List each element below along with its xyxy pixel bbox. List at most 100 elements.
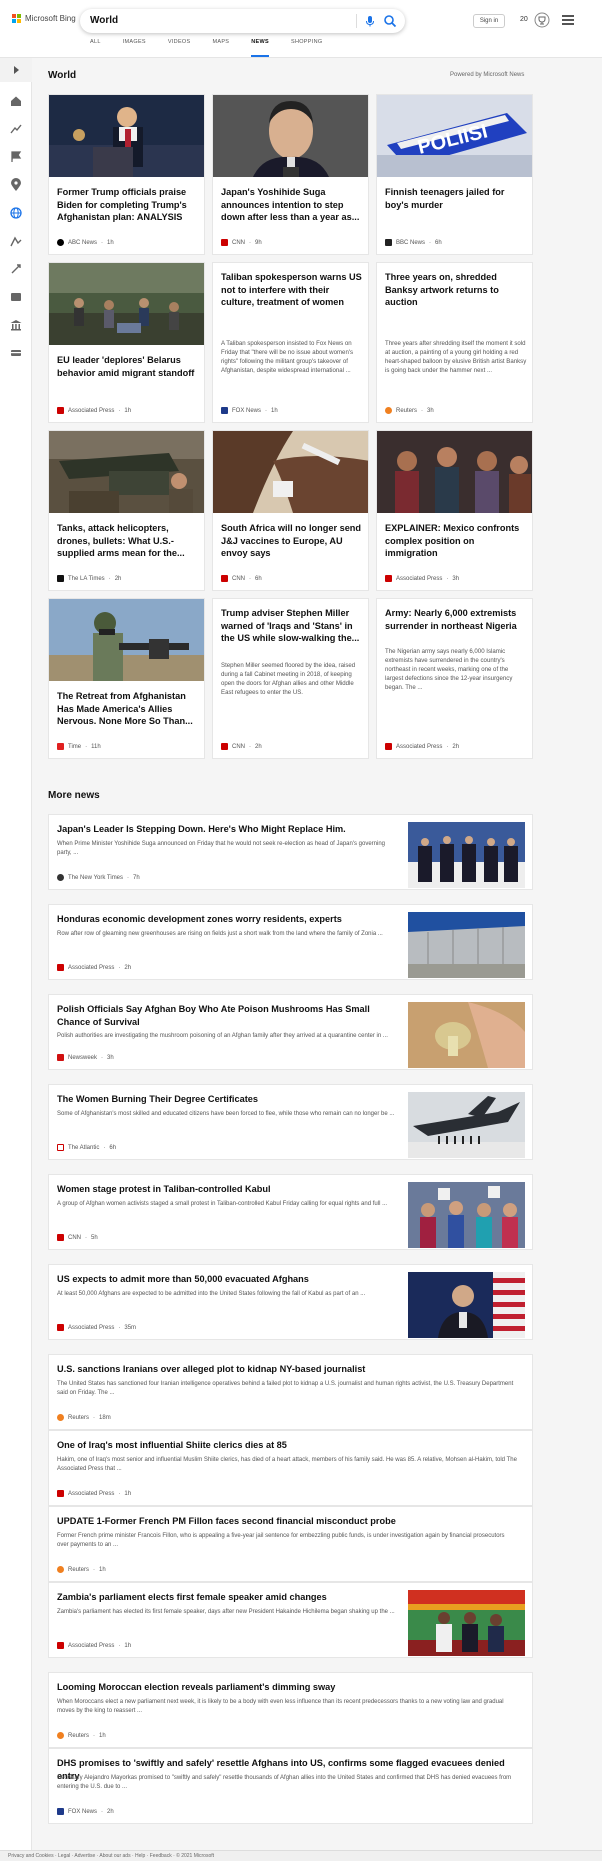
news-card[interactable]: Three years on, shredded Banksy artwork …: [376, 262, 533, 423]
news-card[interactable]: South Africa will no longer send J&J vac…: [212, 430, 369, 591]
money-icon[interactable]: [9, 346, 23, 360]
article-thumbnail: [408, 1182, 525, 1248]
news-row[interactable]: Polish Officials Say Afghan Boy Who Ate …: [48, 994, 533, 1070]
news-card[interactable]: POLIISI Finnish teenagers jailed for boy…: [376, 94, 533, 255]
tab-shopping[interactable]: SHOPPING: [291, 39, 322, 57]
source-name: Reuters: [68, 1566, 90, 1573]
card-headline[interactable]: Japan's Yoshihide Suga announces intenti…: [221, 186, 363, 224]
tech-icon[interactable]: [9, 262, 23, 276]
microphone-icon[interactable]: [363, 14, 377, 28]
sign-in-button[interactable]: Sign in: [473, 14, 505, 28]
newsweek-logo-icon: [57, 1054, 64, 1061]
news-card[interactable]: Taliban spokesperson warns US not to int…: [212, 262, 369, 423]
globe-icon[interactable]: [9, 206, 23, 220]
news-row[interactable]: DHS promises to 'swiftly and safely' res…: [48, 1748, 533, 1824]
article-thumbnail: [408, 1272, 525, 1338]
news-row[interactable]: U.S. sanctions Iranians over alleged plo…: [48, 1354, 533, 1430]
card-headline[interactable]: Army: Nearly 6,000 extremists surrender …: [385, 607, 527, 632]
card-source: Associated Press · 2h: [385, 743, 459, 750]
card-headline[interactable]: Tanks, attack helicopters, drones, bulle…: [57, 522, 199, 560]
row-headline[interactable]: Women stage protest in Taliban-controlle…: [57, 1183, 397, 1196]
entertainment-icon[interactable]: [9, 290, 23, 304]
bing-logo[interactable]: Microsoft Bing: [12, 14, 76, 23]
card-source: CNN · 2h: [221, 743, 262, 750]
news-row[interactable]: Women stage protest in Taliban-controlle…: [48, 1174, 533, 1250]
tab-all[interactable]: ALL: [90, 39, 101, 57]
card-headline[interactable]: Trump adviser Stephen Miller warned of '…: [221, 607, 363, 645]
search-box[interactable]: World: [80, 9, 405, 33]
news-row[interactable]: The Women Burning Their Degree Certifica…: [48, 1084, 533, 1160]
news-card[interactable]: EU leader 'deplores' Belarus behavior am…: [48, 262, 205, 423]
card-headline[interactable]: Finnish teenagers jailed for boy's murde…: [385, 186, 527, 211]
row-headline[interactable]: The Women Burning Their Degree Certifica…: [57, 1093, 397, 1106]
card-headline[interactable]: EU leader 'deplores' Belarus behavior am…: [57, 354, 199, 379]
row-headline[interactable]: Honduras economic development zones worr…: [57, 913, 397, 926]
home-icon[interactable]: [9, 94, 23, 108]
card-headline[interactable]: South Africa will no longer send J&J vac…: [221, 522, 363, 560]
source-name: ABC News: [68, 239, 98, 246]
card-headline[interactable]: Three years on, shredded Banksy artwork …: [385, 271, 527, 309]
news-row[interactable]: Honduras economic development zones worr…: [48, 904, 533, 980]
search-input[interactable]: World: [90, 15, 118, 26]
tab-news[interactable]: NEWS: [251, 39, 269, 57]
tab-videos[interactable]: VIDEOS: [168, 39, 191, 57]
tab-images[interactable]: IMAGES: [123, 39, 146, 57]
trending-icon[interactable]: [9, 122, 23, 136]
card-snippet: Three years after shredding itself the m…: [385, 340, 527, 374]
rewards-trophy-icon[interactable]: [534, 12, 550, 28]
row-headline[interactable]: UPDATE 1-Former French PM Fillon faces s…: [57, 1515, 517, 1528]
location-icon[interactable]: [9, 178, 23, 192]
flag-icon[interactable]: [9, 150, 23, 164]
footer-links[interactable]: Privacy and Cookies · Legal · Advertise …: [8, 1853, 214, 1859]
row-snippet: At least 50,000 Afghans are expected to …: [57, 1291, 366, 1297]
card-snippet: Stephen Miller seemed floored by the ide…: [221, 662, 356, 696]
row-source: Associated Press · 1h: [57, 1642, 131, 1649]
card-headline[interactable]: Former Trump officials praise Biden for …: [57, 186, 199, 224]
row-snippet: When Prime Minister Yoshihide Suga annou…: [57, 841, 386, 856]
rewards-points[interactable]: 20: [520, 16, 528, 23]
source-age: 1h: [124, 1642, 132, 1649]
expand-rail-button[interactable]: [0, 58, 32, 82]
news-row[interactable]: Zambia's parliament elects first female …: [48, 1582, 533, 1658]
news-row[interactable]: UPDATE 1-Former French PM Fillon faces s…: [48, 1506, 533, 1582]
card-source: The LA Times · 2h: [57, 575, 121, 582]
article-photo: [213, 431, 368, 513]
card-source: FOX News · 1h: [221, 407, 278, 414]
news-row[interactable]: One of Iraq's most influential Shiite cl…: [48, 1430, 533, 1506]
row-headline[interactable]: Looming Moroccan election reveals parlia…: [57, 1681, 517, 1694]
news-card[interactable]: Former Trump officials praise Biden for …: [48, 94, 205, 255]
news-row[interactable]: Looming Moroccan election reveals parlia…: [48, 1672, 533, 1748]
row-source: Newsweek · 3h: [57, 1054, 114, 1061]
business-icon[interactable]: [9, 234, 23, 248]
powered-by[interactable]: Powered by Microsoft News: [450, 72, 524, 78]
news-card[interactable]: Japan's Yoshihide Suga announces intenti…: [212, 94, 369, 255]
source-name: FOX News: [68, 1808, 98, 1815]
news-card[interactable]: Trump adviser Stephen Miller warned of '…: [212, 598, 369, 759]
politics-icon[interactable]: [9, 318, 23, 332]
row-source: FOX News · 2h: [57, 1808, 114, 1815]
card-source: Reuters · 3h: [385, 407, 434, 414]
menu-icon[interactable]: [562, 15, 574, 25]
news-row[interactable]: US expects to admit more than 50,000 eva…: [48, 1264, 533, 1340]
news-card[interactable]: The Retreat from Afghanistan Has Made Am…: [48, 598, 205, 759]
cnn-logo-icon: [221, 239, 228, 246]
tab-maps[interactable]: MAPS: [212, 39, 229, 57]
row-headline[interactable]: Japan's Leader Is Stepping Down. Here's …: [57, 823, 397, 836]
source-age: 3h: [107, 1054, 114, 1061]
news-row[interactable]: Japan's Leader Is Stepping Down. Here's …: [48, 814, 533, 890]
row-headline[interactable]: One of Iraq's most influential Shiite cl…: [57, 1439, 517, 1452]
card-headline[interactable]: Taliban spokesperson warns US not to int…: [221, 271, 363, 309]
card-headline[interactable]: The Retreat from Afghanistan Has Made Am…: [57, 690, 199, 728]
row-headline[interactable]: U.S. sanctions Iranians over alleged plo…: [57, 1363, 517, 1376]
news-card[interactable]: EXPLAINER: Mexico confronts complex posi…: [376, 430, 533, 591]
news-card[interactable]: Tanks, attack helicopters, drones, bulle…: [48, 430, 205, 591]
row-headline[interactable]: Zambia's parliament elects first female …: [57, 1591, 397, 1604]
source-name: Associated Press: [396, 743, 443, 750]
ap-logo-icon: [385, 743, 392, 750]
row-headline[interactable]: US expects to admit more than 50,000 eva…: [57, 1273, 397, 1286]
search-icon[interactable]: [383, 14, 397, 28]
card-headline[interactable]: EXPLAINER: Mexico confronts complex posi…: [385, 522, 527, 560]
row-source: CNN · 5h: [57, 1234, 98, 1241]
news-card[interactable]: Army: Nearly 6,000 extremists surrender …: [376, 598, 533, 759]
row-headline[interactable]: Polish Officials Say Afghan Boy Who Ate …: [57, 1003, 397, 1028]
